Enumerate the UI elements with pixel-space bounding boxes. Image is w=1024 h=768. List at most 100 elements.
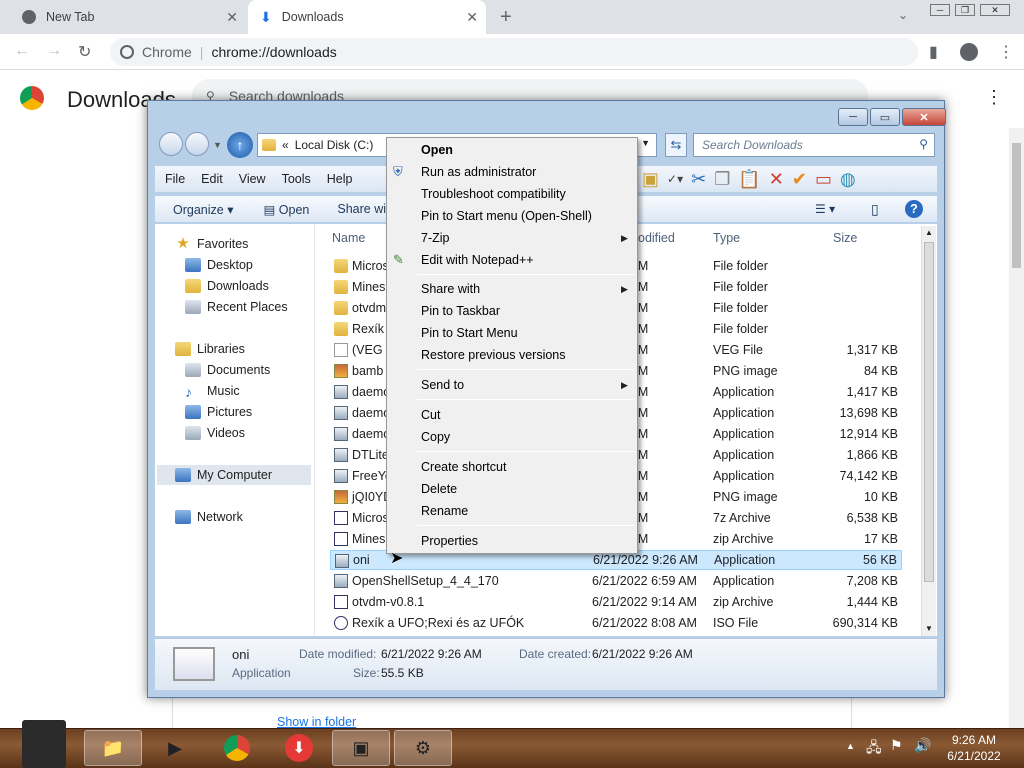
side-panel-icon[interactable]: ▮ bbox=[929, 42, 938, 62]
minimize-button[interactable]: ─ bbox=[930, 4, 950, 16]
scroll-up-icon[interactable]: ▲ bbox=[925, 228, 933, 237]
start-button-icon[interactable] bbox=[22, 720, 66, 768]
tab-search-icon[interactable]: ⌄ bbox=[898, 8, 908, 22]
taskbar-explorer-icon[interactable]: 📁 bbox=[84, 730, 142, 766]
open-button[interactable]: ▤ Open bbox=[263, 202, 309, 217]
volume-tray-icon[interactable]: 🔊 bbox=[914, 737, 931, 754]
ctx-troubleshoot[interactable]: Troubleshoot compatibility bbox=[421, 184, 566, 204]
menu-help[interactable]: Help bbox=[327, 172, 353, 186]
properties-icon[interactable]: ▭ bbox=[815, 169, 832, 190]
nav-videos[interactable]: Videos bbox=[185, 423, 245, 443]
tab-new-tab[interactable]: New Tab ✕ bbox=[10, 0, 246, 34]
ctx-delete[interactable]: Delete bbox=[421, 479, 457, 499]
folder-properties-icon[interactable]: ▣ bbox=[642, 169, 659, 190]
nav-desktop[interactable]: Desktop bbox=[185, 255, 253, 275]
scrollbar-thumb[interactable] bbox=[924, 242, 934, 582]
action-center-tray-icon[interactable]: ⚑ bbox=[890, 737, 903, 754]
taskbar-oni-app-icon[interactable]: ▣ bbox=[332, 730, 390, 766]
ctx-open[interactable]: Open bbox=[421, 140, 453, 160]
ctx-restore-versions[interactable]: Restore previous versions bbox=[421, 345, 566, 365]
file-row[interactable]: otvdm-v0.8.1 6/21/2022 9:14 AM zip Archive… bbox=[330, 592, 902, 612]
omnibox[interactable]: Chrome | chrome://downloads bbox=[110, 38, 918, 66]
profile-avatar-icon[interactable] bbox=[960, 43, 978, 61]
nav-pictures[interactable]: Pictures bbox=[185, 402, 252, 422]
address-dropdown-icon[interactable]: ▼ bbox=[641, 138, 650, 148]
downloads-menu-icon[interactable]: ⋮ bbox=[985, 87, 1003, 108]
recent-pages-arrow-icon[interactable]: ▼ bbox=[213, 140, 222, 150]
back-icon[interactable]: ← bbox=[14, 42, 30, 60]
ctx-cut[interactable]: Cut bbox=[421, 405, 440, 425]
views-icon[interactable]: ✓▾ bbox=[667, 172, 683, 186]
ctx-pin-start-openshell[interactable]: Pin to Start menu (Open-Shell) bbox=[421, 206, 592, 226]
explorer-maximize-button[interactable]: ▭ bbox=[870, 108, 900, 126]
ctx-rename[interactable]: Rename bbox=[421, 501, 468, 521]
taskbar-settings-app-icon[interactable]: ⚙ bbox=[394, 730, 452, 766]
file-list-scrollbar[interactable]: ▲ ▼ bbox=[921, 226, 936, 636]
column-type[interactable]: Type bbox=[713, 231, 740, 245]
cut-icon[interactable]: ✂ bbox=[691, 169, 706, 190]
ctx-properties[interactable]: Properties bbox=[421, 531, 478, 551]
file-row[interactable]: OpenShellSetup_4_4_170 6/21/2022 6:59 AM A… bbox=[330, 571, 902, 591]
nav-favorites[interactable]: ★ Favorites bbox=[175, 234, 248, 254]
explorer-search-input[interactable]: Search Downloads ⚲ bbox=[693, 133, 935, 157]
taskbar-chrome-icon[interactable] bbox=[208, 730, 266, 766]
checkmark-icon[interactable]: ✔ bbox=[792, 169, 807, 190]
page-scrollbar[interactable] bbox=[1009, 128, 1024, 728]
nav-network[interactable]: Network bbox=[175, 507, 243, 527]
file-row[interactable]: Rexík a UFO;Rexi és az UFÓK 6/21/2022 8:0… bbox=[330, 613, 902, 633]
copy-icon[interactable]: ❐ bbox=[714, 169, 730, 190]
nav-documents[interactable]: Documents bbox=[185, 360, 270, 380]
explorer-minimize-button[interactable]: ─ bbox=[838, 108, 868, 126]
paste-icon[interactable]: 📋 bbox=[738, 169, 760, 190]
change-view-icon[interactable]: ☰ ▾ bbox=[815, 202, 835, 216]
ctx-run-as-admin[interactable]: Run as administrator bbox=[421, 162, 536, 182]
preview-pane-icon[interactable]: ▯ bbox=[871, 201, 879, 218]
close-tab-icon[interactable]: ✕ bbox=[466, 9, 478, 26]
globe-icon[interactable]: ◍ bbox=[840, 169, 856, 190]
close-window-button[interactable]: ✕ bbox=[980, 4, 1010, 16]
nav-downloads[interactable]: Downloads bbox=[185, 276, 269, 296]
menu-tools[interactable]: Tools bbox=[282, 172, 311, 186]
nav-recent-places[interactable]: Recent Places bbox=[185, 297, 288, 317]
column-date-modified[interactable]: odified bbox=[638, 231, 675, 245]
column-size[interactable]: Size bbox=[833, 231, 857, 245]
show-hidden-icons-icon[interactable]: ▲ bbox=[846, 741, 855, 751]
tab-downloads[interactable]: ⬇ Downloads ✕ bbox=[248, 0, 486, 34]
up-button[interactable]: ↑ bbox=[227, 132, 253, 158]
taskbar-clock[interactable]: 9:26 AM 6/21/2022 bbox=[942, 732, 1006, 764]
breadcrumb-overflow[interactable]: « bbox=[282, 138, 289, 152]
forward-icon[interactable]: → bbox=[46, 42, 62, 60]
taskbar-downloader-icon[interactable]: ⬇ bbox=[270, 730, 328, 766]
ctx-7zip[interactable]: 7-Zip bbox=[421, 228, 449, 248]
organize-button[interactable]: Organize ▾ bbox=[173, 202, 233, 217]
nav-libraries[interactable]: Libraries bbox=[175, 339, 245, 359]
new-tab-button[interactable]: + bbox=[500, 6, 512, 29]
close-tab-icon[interactable]: ✕ bbox=[226, 9, 238, 26]
network-tray-icon[interactable]: 🖧 bbox=[866, 737, 882, 761]
scroll-down-icon[interactable]: ▼ bbox=[925, 624, 933, 633]
nav-music[interactable]: ♪ Music bbox=[185, 381, 240, 401]
taskbar-media-player-icon[interactable]: ▶ bbox=[146, 730, 204, 766]
ctx-share-with[interactable]: Share with bbox=[421, 279, 480, 299]
menu-edit[interactable]: Edit bbox=[201, 172, 223, 186]
ctx-pin-taskbar[interactable]: Pin to Taskbar bbox=[421, 301, 500, 321]
column-name[interactable]: Name bbox=[332, 231, 365, 245]
nav-my-computer[interactable]: My Computer bbox=[157, 465, 311, 485]
help-icon[interactable]: ? bbox=[905, 200, 923, 218]
menu-view[interactable]: View bbox=[239, 172, 266, 186]
ctx-create-shortcut[interactable]: Create shortcut bbox=[421, 457, 506, 477]
search-icon[interactable]: ⚲ bbox=[919, 137, 928, 151]
restore-button[interactable]: ❐ bbox=[955, 4, 975, 16]
forward-button[interactable] bbox=[185, 132, 209, 156]
scrollbar-thumb[interactable] bbox=[1012, 143, 1021, 268]
delete-icon[interactable]: ✕ bbox=[769, 169, 784, 190]
reload-icon[interactable]: ↻ bbox=[78, 42, 91, 62]
chrome-menu-icon[interactable]: ⋮ bbox=[998, 42, 1014, 62]
show-in-folder-link[interactable]: Show in folder bbox=[277, 715, 356, 729]
ctx-pin-start-menu[interactable]: Pin to Start Menu bbox=[421, 323, 518, 343]
ctx-send-to[interactable]: Send to bbox=[421, 375, 464, 395]
share-with-button[interactable]: Share wi bbox=[337, 202, 386, 216]
back-button[interactable] bbox=[159, 132, 183, 156]
ctx-copy[interactable]: Copy bbox=[421, 427, 450, 447]
ctx-edit-notepadpp[interactable]: Edit with Notepad++ bbox=[421, 250, 534, 270]
